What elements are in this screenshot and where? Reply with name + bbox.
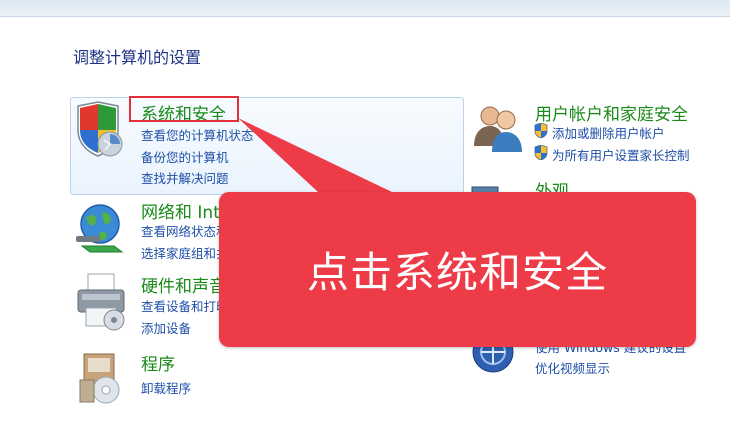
instruction-callout: 点击系统和安全 (219, 192, 696, 347)
callout-text: 点击系统和安全 (306, 248, 608, 297)
